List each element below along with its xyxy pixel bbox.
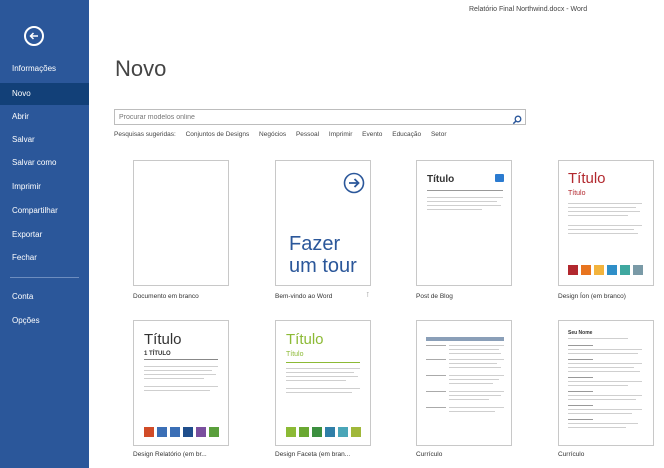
suggested-link[interactable]: Imprimir xyxy=(329,131,352,138)
suggested-link[interactable]: Educação xyxy=(392,131,421,138)
sidebar-item-fechar[interactable]: Fechar xyxy=(0,247,89,269)
template-heading: Título xyxy=(286,331,324,348)
template-subheading: 1 TÍTULO xyxy=(144,351,171,357)
sidebar-item-exportar[interactable]: Exportar xyxy=(0,224,89,246)
template-subheading: Título xyxy=(286,351,304,358)
sidebar-item-conta[interactable]: Conta xyxy=(0,286,89,308)
template-search xyxy=(114,109,526,125)
template-label: Documento em branco xyxy=(133,293,199,300)
suggested-label: Pesquisas sugeridas: xyxy=(114,131,176,138)
template-label: Post de Blog xyxy=(416,293,453,300)
template-label: Design Relatório (em br... xyxy=(133,451,207,458)
suggested-link[interactable]: Negócios xyxy=(259,131,286,138)
template-label: Currículo xyxy=(558,451,585,458)
suggested-link[interactable]: Evento xyxy=(362,131,382,138)
template-label: Bem-vindo ao Word xyxy=(275,293,333,300)
template-resume-2[interactable]: Seu Nome xyxy=(558,320,654,446)
search-icon[interactable] xyxy=(512,112,522,130)
template-label: Currículo xyxy=(416,451,443,458)
template-heading: Título xyxy=(427,174,455,185)
suggested-link[interactable]: Setor xyxy=(431,131,447,138)
sidebar-divider xyxy=(10,277,79,278)
backstage-sidebar: Informações Novo Abrir Salvar Salvar com… xyxy=(0,0,89,468)
sidebar-item-compartilhar[interactable]: Compartilhar xyxy=(0,200,89,222)
tour-text: um tour xyxy=(289,255,357,277)
suggested-searches: Pesquisas sugeridas: Conjuntos de Design… xyxy=(114,131,455,138)
title-bar: Relatório Final Northwind.docx - Word xyxy=(89,0,664,22)
template-design-facet[interactable]: Título Título xyxy=(275,320,371,446)
window-title: Relatório Final Northwind.docx - Word xyxy=(469,6,588,13)
sidebar-item-novo[interactable]: Novo xyxy=(0,83,89,105)
search-input[interactable] xyxy=(119,111,499,123)
back-arrow-icon[interactable] xyxy=(24,26,44,46)
sidebar-item-abrir[interactable]: Abrir xyxy=(0,106,89,128)
template-welcome-tour[interactable]: Fazer um tour xyxy=(275,160,371,286)
sidebar-item-salvar[interactable]: Salvar xyxy=(0,129,89,151)
sidebar-item-opcoes[interactable]: Opções xyxy=(0,310,89,332)
template-design-ion[interactable]: Título Título xyxy=(558,160,654,286)
template-heading: Título xyxy=(568,170,606,187)
suggested-link[interactable]: Conjuntos de Designs xyxy=(186,131,250,138)
template-label: Design Íon (em branco) xyxy=(558,293,626,300)
template-blank-document[interactable] xyxy=(133,160,229,286)
sidebar-item-informacoes[interactable]: Informações xyxy=(0,58,89,80)
template-label: Design Faceta (em bran... xyxy=(275,451,351,458)
resume-name: Seu Nome xyxy=(568,330,593,336)
tour-text: Fazer xyxy=(289,233,341,255)
blog-icon xyxy=(495,174,504,182)
template-design-report[interactable]: Título 1 TÍTULO xyxy=(133,320,229,446)
page-title: Novo xyxy=(115,56,167,81)
template-heading: Título xyxy=(144,331,182,348)
template-resume[interactable] xyxy=(416,320,512,446)
template-blog-post[interactable]: Título xyxy=(416,160,512,286)
sidebar-item-salvar-como[interactable]: Salvar como xyxy=(0,152,89,174)
sidebar-item-imprimir[interactable]: Imprimir xyxy=(0,176,89,198)
pin-icon[interactable]: ⊺ xyxy=(366,291,370,299)
tour-arrow-icon xyxy=(343,172,365,199)
suggested-link[interactable]: Pessoal xyxy=(296,131,319,138)
template-subheading: Título xyxy=(568,190,586,197)
